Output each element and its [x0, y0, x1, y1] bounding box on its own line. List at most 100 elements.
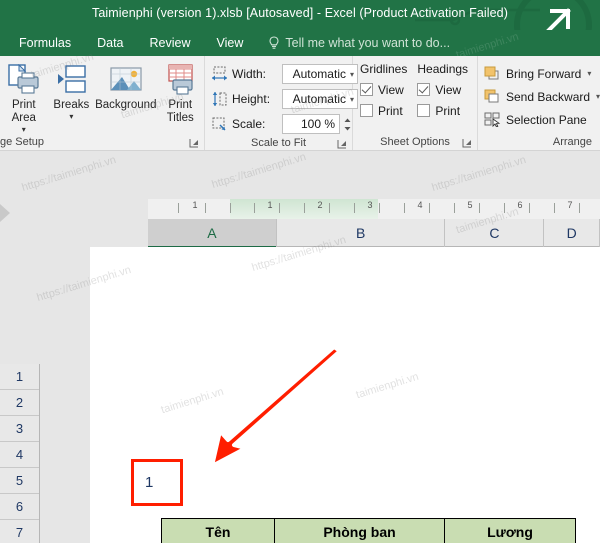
print-area-caret-icon[interactable]: ▾ — [22, 125, 26, 134]
tell-me-placeholder: Tell me what you want to do... — [285, 36, 451, 50]
tab-view[interactable]: View — [204, 30, 257, 56]
headings-view-checkbox[interactable] — [417, 83, 431, 96]
table-header-salary: Lương — [444, 518, 576, 543]
row-header-7[interactable]: 7 — [0, 520, 39, 543]
bring-forward-button[interactable]: Bring Forward ▾ — [484, 63, 600, 84]
scale-spinner[interactable] — [343, 117, 352, 132]
arrange-group-label-text: Arrange — [552, 136, 592, 148]
background-button[interactable]: Background — [95, 60, 156, 112]
selection-pane-button[interactable]: Selection Pane — [484, 109, 600, 130]
table-header-department: Phòng ban — [274, 518, 445, 543]
headings-view-checkbox-row[interactable]: View — [417, 79, 468, 100]
breaks-icon — [54, 62, 88, 98]
background-icon — [109, 62, 143, 98]
ruler-tick-1: 1 — [267, 200, 273, 210]
row-header-2[interactable]: 2 — [0, 390, 39, 416]
worksheet-canvas[interactable] — [40, 247, 600, 543]
ruler-tick-6: 6 — [517, 200, 523, 210]
breaks-button[interactable]: Breaks ▾ — [48, 60, 96, 121]
spinner-up-icon[interactable] — [343, 117, 352, 124]
selection-pane-icon — [484, 112, 501, 127]
selection-pane-label: Selection Pane — [506, 112, 587, 127]
row-headers: 1 2 3 4 5 6 7 — [0, 364, 40, 543]
ribbon-group-sheet-options: Gridlines View Print Headings View Print… — [353, 56, 478, 150]
data-table: Tên Phòng ban Lương Văn Dũng IT 20.000.0… — [161, 518, 576, 543]
arrange-group-label: Arrange — [478, 134, 600, 150]
scale-row[interactable]: Scale: 100 % — [211, 113, 358, 135]
sheet-options-group-label: Sheet Options — [353, 134, 477, 150]
fit-width-dropdown[interactable]: Automatic ▾ — [282, 64, 358, 84]
column-header-a[interactable]: A — [148, 219, 277, 248]
fit-height-value: Automatic — [292, 92, 346, 106]
column-header-b[interactable]: B — [277, 219, 446, 247]
headings-print-checkbox[interactable] — [417, 104, 431, 117]
scale-input[interactable]: 100 % — [282, 114, 340, 134]
tell-me-search[interactable]: Tell me what you want to do... — [268, 36, 450, 50]
bring-forward-label: Bring Forward — [506, 66, 582, 81]
spinner-down-icon[interactable] — [343, 125, 352, 132]
sheet-options-dialog-launcher-icon[interactable] — [462, 138, 473, 149]
row-header-1[interactable]: 1 — [0, 364, 39, 390]
fit-width-icon — [212, 66, 227, 81]
print-titles-label: Print Titles — [166, 99, 194, 124]
ribbon: Print Area ▾ Breaks ▾ Background Print T… — [0, 56, 600, 151]
table-header-row: Tên Phòng ban Lương — [161, 518, 576, 543]
headings-column: Headings View Print — [417, 62, 468, 121]
gridlines-header: Gridlines — [360, 62, 408, 76]
page-setup-dialog-launcher-icon[interactable] — [189, 138, 200, 149]
gridlines-print-checkbox-row[interactable]: Print — [360, 100, 407, 121]
horizontal-ruler: 1 1 2 3 4 5 6 7 — [148, 199, 600, 219]
background-label: Background — [95, 99, 157, 111]
fit-height-dropdown[interactable]: Automatic ▾ — [282, 89, 358, 109]
gridlines-column: Gridlines View Print — [360, 62, 407, 121]
send-backward-caret-icon[interactable]: ▾ — [596, 92, 600, 101]
lightbulb-icon — [269, 36, 279, 49]
print-titles-button[interactable]: Print Titles — [156, 60, 204, 125]
gridlines-print-label: Print — [378, 103, 403, 118]
bring-forward-caret-icon[interactable]: ▾ — [587, 69, 591, 78]
gridlines-print-checkbox[interactable] — [360, 104, 373, 117]
send-backward-label: Send Backward — [506, 89, 591, 104]
fit-width-value: Automatic — [292, 67, 346, 81]
tab-formulas[interactable]: Formulas — [6, 30, 84, 56]
breaks-label: Breaks — [53, 99, 90, 111]
print-area-label: Print Area — [11, 99, 36, 124]
gridlines-view-checkbox[interactable] — [360, 83, 373, 96]
bring-forward-icon — [484, 66, 499, 80]
tab-review[interactable]: Review — [137, 30, 204, 56]
sheet-options-group-label-text: Sheet Options — [380, 136, 450, 148]
ruler-tick-7: 7 — [567, 200, 573, 210]
ribbon-group-arrange: Bring Forward ▾ Send Backward ▾ Selectio… — [478, 56, 600, 150]
breaks-caret-icon[interactable]: ▾ — [69, 112, 73, 121]
send-backward-button[interactable]: Send Backward ▾ — [484, 86, 600, 107]
table-header-name: Tên — [161, 518, 275, 543]
row-header-5[interactable]: 5 — [0, 468, 39, 494]
scale-to-fit-group-label: Scale to Fit — [205, 135, 352, 150]
fit-width-row[interactable]: Width: Automatic ▾ — [211, 63, 358, 85]
window-title: Taimienphi (version 1).xlsb [Autosaved] … — [91, 6, 508, 20]
column-header-d[interactable]: D — [544, 219, 600, 247]
scale-to-fit-group-label-text: Scale to Fit — [250, 137, 307, 149]
fit-width-label: Width: — [232, 67, 267, 81]
worksheet-area: 1 1 2 3 4 5 6 7 A B C D 1 2 3 4 5 6 7 1 … — [0, 151, 600, 543]
tab-data[interactable]: Data — [84, 30, 136, 56]
ribbon-group-page-setup: Print Area ▾ Breaks ▾ Background Print T… — [0, 56, 205, 150]
row-header-3[interactable]: 3 — [0, 416, 39, 442]
column-headers: A B C D — [148, 219, 600, 248]
headings-print-checkbox-row[interactable]: Print — [417, 100, 468, 121]
gridlines-view-checkbox-row[interactable]: View — [360, 79, 407, 100]
row-header-6[interactable]: 6 — [0, 494, 39, 520]
page-setup-group-label: ge Setup — [0, 134, 204, 150]
fit-height-row[interactable]: Height: Automatic ▾ — [211, 88, 358, 110]
ruler-tick-4: 4 — [417, 200, 423, 210]
scale-to-fit-dialog-launcher-icon[interactable] — [337, 139, 348, 150]
row-header-4[interactable]: 4 — [0, 442, 39, 468]
column-header-c[interactable]: C — [445, 219, 545, 247]
print-area-button[interactable]: Print Area ▾ — [0, 60, 48, 134]
headings-header: Headings — [417, 62, 469, 76]
scale-icon — [212, 117, 226, 131]
ribbon-group-scale-to-fit: Width: Automatic ▾ Height: Automatic ▾ S… — [205, 56, 358, 150]
page-setup-group-label-text: ge Setup — [0, 136, 45, 148]
ruler-tick-3: 3 — [367, 200, 373, 210]
pane-collapse-handle[interactable] — [0, 204, 10, 222]
